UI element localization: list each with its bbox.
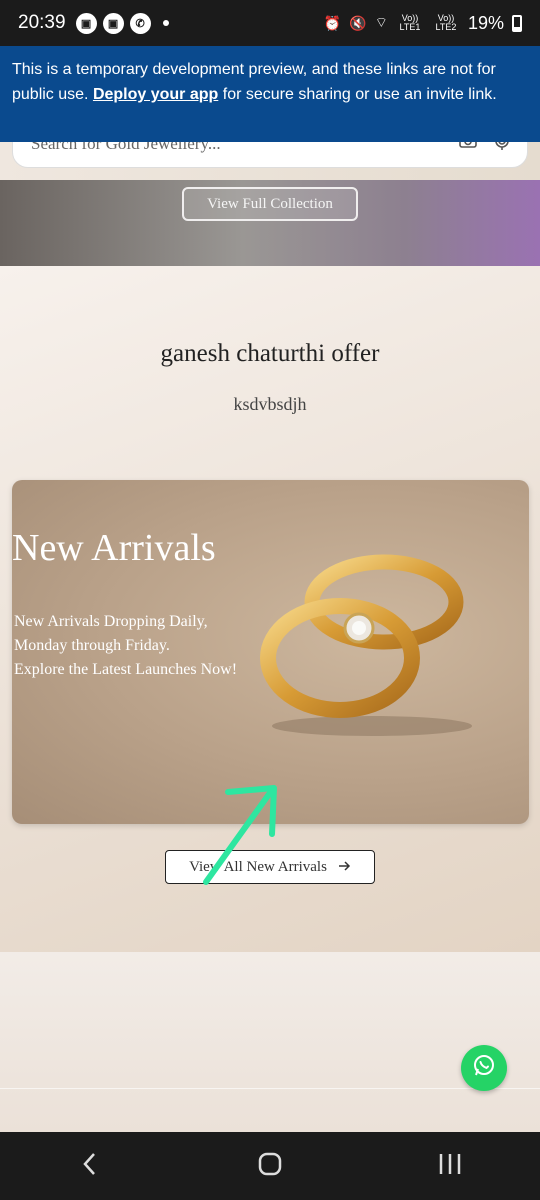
- back-button[interactable]: [60, 1141, 120, 1191]
- home-icon: [258, 1152, 282, 1181]
- battery-percent: 19%: [467, 12, 504, 33]
- alarm-icon: ⏰: [323, 14, 342, 31]
- recents-icon: [438, 1153, 462, 1180]
- signal-lte1: Vo)) LTE1: [399, 13, 421, 32]
- mute-icon: 🔇: [349, 14, 367, 31]
- system-status: ⏰ 🔇 ⌔ Vo)) LTE1 Vo)) LTE2 19%: [324, 13, 522, 34]
- view-full-collection-button[interactable]: View Full Collection: [182, 187, 358, 221]
- new-arrivals-card[interactable]: New Arrivals New Arrivals Dropping Daily…: [12, 480, 529, 824]
- gold-rings-image: [260, 554, 472, 736]
- whatsapp-button[interactable]: [461, 1045, 507, 1091]
- desc-line: Explore the Latest Launches Now!: [14, 661, 238, 678]
- wifi-icon: ⌔: [374, 14, 388, 30]
- signal-lte2: Vo)) LTE2: [435, 13, 457, 32]
- notification-icon: ▣: [102, 12, 124, 34]
- notification-icons: ▣ ▣ ✆: [75, 12, 169, 34]
- home-button[interactable]: [240, 1141, 300, 1191]
- offer-title: ganesh chaturthi offer: [160, 340, 380, 367]
- recents-button[interactable]: [420, 1141, 480, 1191]
- deploy-app-link[interactable]: Deploy your app: [93, 86, 218, 103]
- back-icon: [82, 1152, 98, 1181]
- section-divider: [0, 1088, 540, 1089]
- banner-text-after: for secure sharing or use an invite link…: [218, 86, 497, 103]
- status-bar: 20:39 ▣ ▣ ✆ ⏰ 🔇 ⌔ Vo)) LTE1 Vo)) LTE2 19…: [0, 0, 540, 46]
- dev-preview-banner: This is a temporary development preview,…: [0, 46, 540, 142]
- whatsapp-icon: [471, 1053, 497, 1084]
- lower-section: [0, 952, 540, 1132]
- more-notifications-icon: [162, 20, 169, 26]
- annotation-arrow: [203, 785, 277, 885]
- notification-icon: ▣: [75, 12, 97, 34]
- status-time: 20:39: [18, 12, 66, 33]
- arrow-right-icon: [338, 859, 351, 876]
- new-arrivals-title: New Arrivals: [12, 527, 216, 569]
- call-icon: ✆: [129, 12, 151, 34]
- battery-icon: [512, 14, 522, 32]
- hero-banner: View Full Collection: [0, 180, 540, 266]
- desc-line: New Arrivals Dropping Daily,: [14, 613, 208, 630]
- desc-line: Monday through Friday.: [14, 637, 170, 654]
- new-arrivals-description: New Arrivals Dropping Daily, Monday thro…: [14, 610, 237, 682]
- offer-subtitle: ksdvbsdjh: [233, 394, 307, 414]
- android-nav-bar: [0, 1132, 540, 1200]
